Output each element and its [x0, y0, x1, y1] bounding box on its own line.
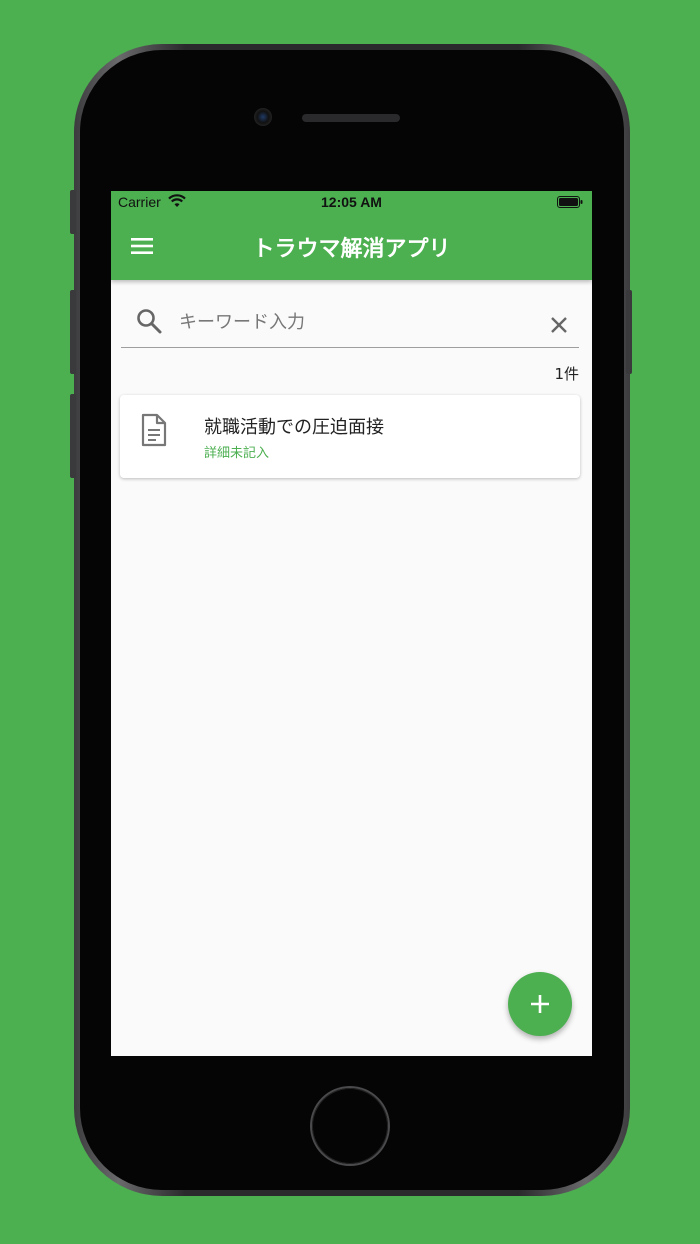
phone-power-button: [626, 290, 632, 374]
earpiece-speaker: [302, 114, 400, 122]
phone-volume-down-button: [70, 394, 76, 478]
result-count: 1件: [554, 365, 579, 383]
search-bar: [121, 299, 579, 348]
plus-icon: [531, 995, 549, 1013]
add-button[interactable]: [508, 972, 572, 1036]
battery-icon: [557, 196, 583, 208]
app-bar: Carrier 12:05 AM トラウマ解消アプリ: [111, 191, 592, 280]
app-title: トラウマ解消アプリ: [252, 237, 451, 262]
search-input[interactable]: [177, 307, 521, 337]
list-item[interactable]: 就職活動での圧迫面接 詳細未記入: [120, 395, 580, 478]
phone-volume-up-button: [70, 290, 76, 374]
search-icon: [137, 309, 162, 334]
phone-mute-switch: [70, 190, 76, 234]
app-screen: Carrier 12:05 AM トラウマ解消アプリ キーワード入力 1件 就職…: [111, 191, 592, 1056]
front-camera: [254, 108, 272, 126]
list-item-title: 就職活動での圧迫面接: [204, 417, 384, 438]
document-icon: [141, 413, 167, 447]
list-item-subtitle: 詳細未記入: [204, 446, 270, 461]
status-bar: Carrier 12:05 AM: [111, 191, 592, 213]
status-time: 12:05 AM: [321, 194, 382, 210]
home-button[interactable]: [312, 1088, 388, 1164]
close-icon[interactable]: [549, 315, 569, 335]
